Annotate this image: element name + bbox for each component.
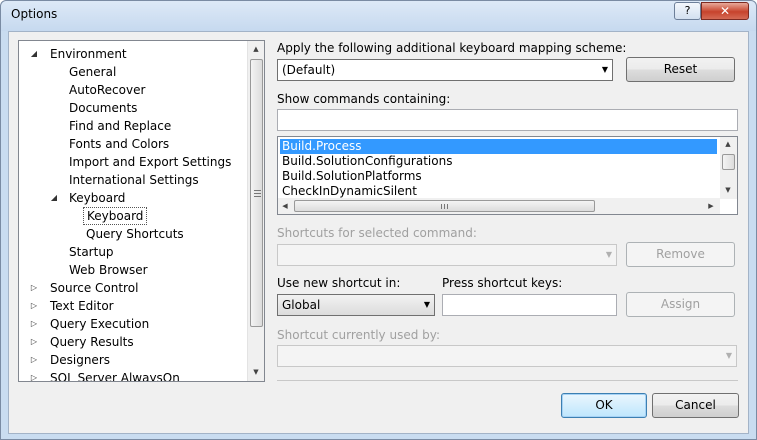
shortcut-keys-input[interactable]: [442, 294, 617, 316]
tree-item[interactable]: ▷ Query Results: [19, 333, 247, 351]
tree-item[interactable]: ▷ SQL Server AlwaysOn: [19, 369, 247, 382]
tree-item-label: SQL Server AlwaysOn: [50, 371, 180, 382]
command-list-item[interactable]: Build.SolutionPlatforms: [280, 169, 422, 184]
scroll-down-arrow-icon[interactable]: ▼: [720, 183, 736, 197]
command-search-input[interactable]: [277, 109, 738, 131]
options-dialog: Options ? ✕ ◢ Environment General AutoRecov…: [0, 0, 757, 440]
shortcuts-for-command-label: Shortcuts for selected command:: [277, 226, 477, 240]
tree-item[interactable]: AutoRecover: [19, 81, 247, 99]
tree-item-label: Keyboard: [83, 207, 148, 225]
tree-item-label: Import and Export Settings: [69, 155, 232, 169]
commands-hscroll-thumb[interactable]: [294, 200, 595, 212]
tree-item[interactable]: Fonts and Colors: [19, 135, 247, 153]
tree-item[interactable]: ▷ Query Execution: [19, 315, 247, 333]
tree-item-label: Find and Replace: [69, 119, 172, 133]
use-shortcut-in-value: Global: [282, 298, 321, 312]
reset-button[interactable]: Reset: [626, 57, 735, 82]
collapsed-arrow-icon[interactable]: ▷: [28, 369, 40, 381]
tree-item-label: International Settings: [69, 173, 199, 187]
tree-item-label: General: [69, 65, 117, 79]
window-title: Options: [11, 7, 58, 21]
assign-button[interactable]: Assign: [626, 292, 735, 317]
tree-item-label: Query Shortcuts: [86, 227, 184, 241]
chevron-down-icon: ▼: [601, 65, 608, 74]
tree-item[interactable]: Find and Replace: [19, 117, 247, 135]
tree-item-label: Query Execution: [50, 317, 150, 331]
collapsed-arrow-icon[interactable]: ▷: [28, 315, 40, 333]
collapsed-arrow-icon[interactable]: ▷: [28, 297, 40, 315]
commands-vertical-scrollbar[interactable]: ▲ ▼: [720, 137, 737, 199]
tree-scroll-thumb[interactable]: [250, 59, 263, 327]
remove-button[interactable]: Remove: [626, 242, 735, 267]
expanded-arrow-icon[interactable]: ◢: [48, 189, 60, 207]
tree-vertical-scrollbar[interactable]: ▲ ▼: [247, 41, 264, 381]
tree-item[interactable]: Web Browser: [19, 261, 247, 279]
help-button[interactable]: ?: [674, 2, 701, 20]
use-shortcut-in-dropdown[interactable]: Global ▼: [277, 294, 435, 316]
tree-item[interactable]: ▷ Source Control: [19, 279, 247, 297]
shortcut-used-by-dropdown[interactable]: ▼: [277, 345, 737, 367]
tree-item-label: Designers: [50, 353, 110, 367]
command-list-item[interactable]: Build.SolutionConfigurations: [280, 154, 452, 169]
mapping-scheme-dropdown[interactable]: (Default) ▼: [277, 59, 613, 81]
dialog-client-area: ◢ Environment General AutoRecover Documents F…: [8, 31, 749, 434]
tree-item[interactable]: ◢ Keyboard: [19, 189, 247, 207]
tree-item[interactable]: Startup: [19, 243, 247, 261]
tree-item[interactable]: ▷ Text Editor: [19, 297, 247, 315]
tree-item-label: AutoRecover: [69, 83, 146, 97]
chevron-down-icon: ▼: [423, 300, 430, 309]
tree-item-label: Documents: [69, 101, 138, 115]
tree-item-label: Startup: [69, 245, 114, 259]
close-button[interactable]: ✕: [701, 2, 749, 20]
tree-item[interactable]: Import and Export Settings: [19, 153, 247, 171]
tree-item[interactable]: International Settings: [19, 171, 247, 189]
expanded-arrow-icon[interactable]: ◢: [28, 45, 40, 63]
press-shortcut-keys-label: Press shortcut keys:: [442, 276, 563, 290]
commands-horizontal-scrollbar[interactable]: ◀ ▶: [278, 198, 720, 214]
tree-item[interactable]: Keyboard: [19, 207, 247, 225]
show-commands-label: Show commands containing:: [277, 92, 451, 106]
use-shortcut-in-label: Use new shortcut in:: [277, 276, 401, 290]
tree-item-label: Query Results: [50, 335, 134, 349]
commands-list[interactable]: Build.Process Build.SolutionConfiguration…: [277, 136, 738, 215]
cancel-button[interactable]: Cancel: [652, 393, 739, 418]
tree-item[interactable]: ◢ Environment: [19, 45, 247, 63]
options-tree[interactable]: ◢ Environment General AutoRecover Documents F…: [18, 40, 265, 382]
collapsed-arrow-icon[interactable]: ▷: [28, 351, 40, 369]
scroll-up-arrow-icon[interactable]: ▲: [248, 41, 264, 57]
tree-item-label: Fonts and Colors: [69, 137, 170, 151]
tree-item[interactable]: General: [19, 63, 247, 81]
tree-item-label: Keyboard: [69, 191, 126, 205]
tree-item-label: Environment: [50, 47, 127, 61]
shortcut-used-by-label: Shortcut currently used by:: [277, 328, 441, 342]
mapping-scheme-label: Apply the following additional keyboard …: [277, 41, 627, 55]
scroll-down-arrow-icon[interactable]: ▼: [248, 364, 264, 380]
ok-button[interactable]: OK: [561, 393, 647, 418]
collapsed-arrow-icon[interactable]: ▷: [28, 279, 40, 297]
command-list-item[interactable]: CheckInDynamicSilent: [280, 184, 417, 199]
tree-item[interactable]: Documents: [19, 99, 247, 117]
scroll-left-arrow-icon[interactable]: ◀: [278, 198, 292, 214]
tree-item-label: Text Editor: [50, 299, 114, 313]
scroll-up-arrow-icon[interactable]: ▲: [720, 137, 736, 151]
chevron-down-icon: ▼: [725, 351, 732, 360]
separator: [277, 380, 738, 381]
chevron-down-icon: ▼: [605, 250, 612, 259]
collapsed-arrow-icon[interactable]: ▷: [28, 333, 40, 351]
tree-item[interactable]: Query Shortcuts: [19, 225, 247, 243]
mapping-scheme-value: (Default): [282, 63, 336, 77]
shortcuts-dropdown[interactable]: ▼: [277, 244, 617, 266]
tree-item[interactable]: ▷ Designers: [19, 351, 247, 369]
commands-scroll-thumb[interactable]: [722, 154, 735, 170]
scroll-right-arrow-icon[interactable]: ▶: [704, 198, 718, 214]
command-list-item[interactable]: Build.Process: [280, 139, 717, 154]
tree-item-label: Web Browser: [69, 263, 148, 277]
title-bar[interactable]: Options ? ✕: [1, 1, 756, 31]
tree-item-label: Source Control: [50, 281, 139, 295]
